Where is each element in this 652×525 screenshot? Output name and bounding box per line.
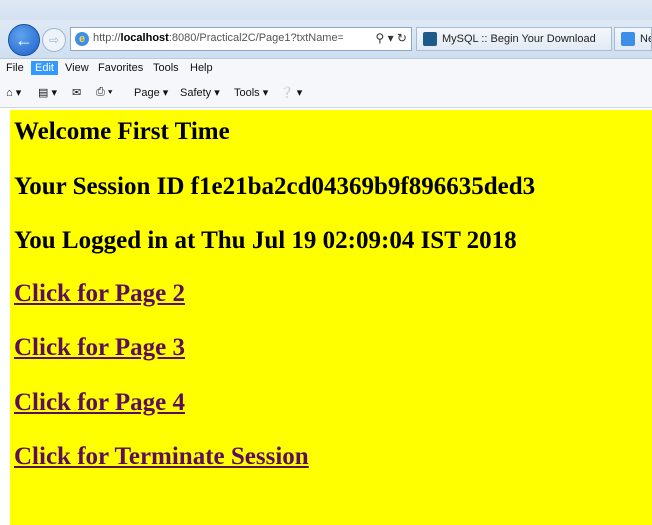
page-content: Welcome First Time Your Session ID f1e21… — [10, 110, 652, 525]
tab-new-label: New — [640, 33, 651, 45]
safety-menu[interactable]: Safety ▾ — [180, 86, 220, 99]
menu-favorites[interactable]: Favorites — [98, 62, 143, 74]
tab-mysql[interactable]: MySQL :: Begin Your Download — [416, 27, 612, 51]
back-icon[interactable]: ← — [8, 24, 40, 56]
address-url[interactable]: http://localhost:8080/Practical2C/Page1?… — [93, 32, 343, 44]
browser-chrome: ← ⇨ e http://localhost:8080/Practical2C/… — [0, 0, 652, 110]
menu-tools[interactable]: Tools — [153, 62, 179, 74]
terminate-session-link[interactable]: Click for Terminate Session — [14, 443, 309, 471]
welcome-text: Welcome First Time — [14, 118, 230, 145]
page2-link[interactable]: Click for Page 2 — [14, 280, 185, 308]
mail-icon[interactable]: ✉ — [72, 86, 81, 99]
ie-tab-icon — [621, 32, 635, 47]
page3-link[interactable]: Click for Page 3 — [14, 334, 185, 362]
page-menu[interactable]: Page ▾ — [134, 86, 168, 99]
tab-mysql-label: MySQL :: Begin Your Download — [442, 33, 596, 45]
address-bar[interactable]: e http://localhost:8080/Practical2C/Page… — [70, 27, 412, 51]
print-icon[interactable]: ⎙ ▾ — [96, 86, 112, 99]
search-refresh-icons[interactable]: ⚲ ▾ ↻ — [375, 31, 407, 45]
feeds-icon[interactable]: ▤ ▾ — [38, 86, 57, 99]
title-strip — [0, 0, 652, 20]
tools-menu[interactable]: Tools ▾ — [234, 86, 268, 99]
tab-new[interactable]: New — [614, 27, 652, 51]
home-icon[interactable]: ⌂ ▾ — [6, 86, 21, 99]
menu-edit[interactable]: Edit — [31, 61, 58, 75]
menu-help[interactable]: Help — [190, 62, 213, 74]
session-id-text: Your Session ID f1e21ba2cd04369b9f896635… — [14, 173, 536, 200]
forward-icon[interactable]: ⇨ — [42, 28, 66, 52]
menu-bar: File Edit View Favorites Tools Help — [0, 59, 652, 79]
ie-page-icon: e — [75, 32, 89, 46]
command-bar: ⌂ ▾ ▤ ▾ ✉ ⎙ ▾ Page ▾ Safety ▾ Tools ▾ ❔ … — [0, 79, 652, 108]
navigation-bar: ← ⇨ e http://localhost:8080/Practical2C/… — [0, 20, 652, 59]
menu-file[interactable]: File — [6, 62, 24, 74]
menu-view[interactable]: View — [65, 62, 89, 74]
login-time-text: You Logged in at Thu Jul 19 02:09:04 IST… — [14, 227, 517, 254]
page4-link[interactable]: Click for Page 4 — [14, 389, 185, 417]
mysql-icon — [423, 32, 437, 47]
help-icon[interactable]: ❔ ▾ — [280, 86, 302, 99]
